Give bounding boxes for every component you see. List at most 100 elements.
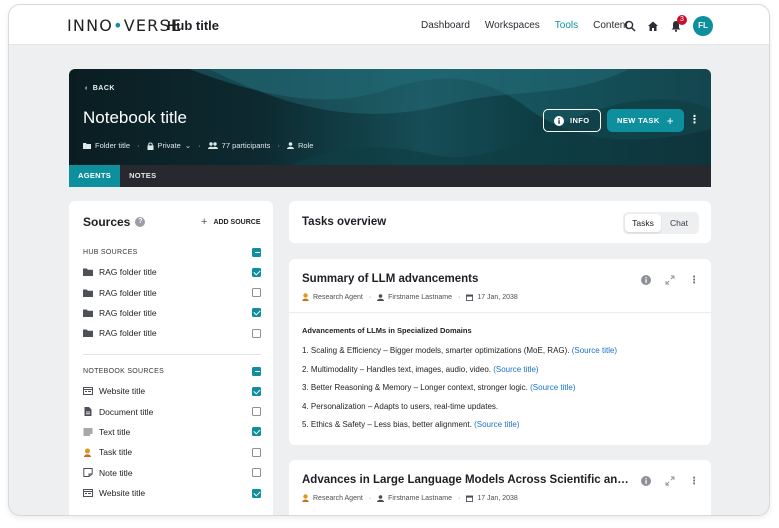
task-card[interactable]: Advances in Large Language Models Across… bbox=[289, 460, 711, 515]
info-icon bbox=[554, 115, 564, 126]
list-item: 5. Ethics & Safety – Less bias, better a… bbox=[302, 420, 520, 430]
list-item: 1. Scaling & Efficiency – Bigger models,… bbox=[302, 346, 618, 355]
toggle-chat[interactable]: Chat bbox=[661, 214, 697, 232]
list-item[interactable]: RAG folder title bbox=[83, 262, 261, 282]
source-label: Note title bbox=[99, 467, 133, 478]
notebook-meta: Folder title · Private ⌄ · 77 participant… bbox=[83, 141, 313, 150]
person-icon bbox=[286, 142, 294, 149]
hub-sources-select-all[interactable] bbox=[252, 247, 261, 257]
lock-icon bbox=[147, 142, 154, 150]
participants-count[interactable]: 77 participants bbox=[222, 141, 271, 150]
source-checkbox[interactable] bbox=[252, 308, 261, 318]
tab-agents[interactable]: AGENTS bbox=[69, 165, 121, 187]
source-checkbox[interactable] bbox=[252, 427, 261, 437]
nav-link-dashboard[interactable]: Dashboard bbox=[421, 20, 470, 31]
source-checkbox[interactable] bbox=[252, 468, 261, 478]
task-title[interactable]: Summary of LLM advancements bbox=[302, 273, 478, 285]
toggle-tasks[interactable]: Tasks bbox=[625, 214, 661, 232]
folder-icon bbox=[83, 268, 93, 277]
source-link[interactable]: (Source title) bbox=[474, 420, 519, 429]
notification-badge: 3 bbox=[677, 15, 687, 25]
task-summary: Advancements of LLMs in Specialized Doma… bbox=[302, 326, 700, 439]
privacy-dropdown[interactable]: Private bbox=[158, 141, 181, 150]
nav-link-content[interactable]: Content bbox=[593, 20, 628, 31]
expand-icon[interactable] bbox=[665, 476, 675, 486]
list-item[interactable]: RAG folder title bbox=[83, 282, 261, 302]
source-checkbox[interactable] bbox=[252, 288, 261, 298]
notebook-sources-select-all[interactable] bbox=[252, 366, 261, 376]
folder-icon bbox=[83, 143, 91, 149]
source-label: RAG folder title bbox=[99, 307, 157, 318]
chevron-down-icon: ⌄ bbox=[184, 141, 192, 150]
sources-heading: Sources ? bbox=[83, 215, 146, 229]
source-link[interactable]: (Source title) bbox=[530, 383, 575, 392]
help-icon[interactable]: ? bbox=[135, 217, 146, 227]
new-task-button[interactable]: NEW TASK + bbox=[607, 109, 685, 132]
back-link[interactable]: ‹ BACK bbox=[85, 85, 115, 92]
source-label: RAG folder title bbox=[99, 267, 157, 278]
list-item[interactable]: RAG folder title bbox=[83, 303, 261, 323]
task-meta: Research Agent · Firstname Lastname · 17… bbox=[302, 293, 518, 301]
list-item[interactable]: Task title bbox=[83, 442, 261, 462]
list-item[interactable]: Website title bbox=[83, 381, 261, 401]
author-name: Firstname Lastname bbox=[388, 293, 452, 301]
more-options-icon[interactable]: ⋮ bbox=[689, 115, 700, 126]
source-checkbox[interactable] bbox=[252, 447, 261, 457]
folder-name[interactable]: Folder title bbox=[95, 141, 130, 150]
notebook-sources-group: NOTEBOOK SOURCES Website title Document … bbox=[83, 364, 261, 503]
task-card[interactable]: Summary of LLM advancements Research Age… bbox=[289, 259, 711, 445]
nav-link-workspaces[interactable]: Workspaces bbox=[485, 20, 540, 31]
nav-link-tools[interactable]: Tools bbox=[555, 20, 578, 31]
list-item[interactable]: Note title bbox=[83, 463, 261, 483]
list-item: 2. Multimodality – Handles text, images,… bbox=[302, 364, 539, 374]
brand-logo[interactable]: INNO•VERSE bbox=[67, 16, 182, 35]
source-checkbox[interactable] bbox=[252, 267, 261, 277]
tasks-overview-title: Tasks overview bbox=[302, 216, 387, 228]
user-avatar[interactable]: FL bbox=[693, 16, 713, 36]
notebook-sources-header: NOTEBOOK SOURCES bbox=[83, 367, 165, 375]
task-title[interactable]: Advances in Large Language Models Across… bbox=[302, 474, 632, 486]
add-source-button[interactable]: + ADD SOURCE bbox=[201, 217, 261, 228]
source-label: RAG folder title bbox=[99, 328, 157, 339]
notifications-button[interactable]: 3 bbox=[670, 15, 687, 32]
expand-icon[interactable] bbox=[665, 275, 675, 285]
website-icon bbox=[83, 489, 93, 498]
hub-sources-group: HUB SOURCES RAG folder title RAG folder … bbox=[83, 245, 261, 344]
text-icon bbox=[83, 428, 93, 436]
list-item[interactable]: Website title bbox=[83, 483, 261, 503]
tasks-overview-bar: Tasks overview Tasks Chat bbox=[289, 201, 711, 243]
source-checkbox[interactable] bbox=[252, 328, 261, 338]
search-icon[interactable] bbox=[624, 20, 636, 32]
sources-panel: Sources ? + ADD SOURCE HUB SOURCES RAG f… bbox=[69, 201, 273, 515]
agent-icon bbox=[302, 293, 309, 301]
source-checkbox[interactable] bbox=[252, 488, 261, 498]
more-options-icon[interactable]: ⋮ bbox=[689, 275, 699, 285]
list-item: 4. Personalization – Adapts to users, re… bbox=[302, 401, 499, 411]
source-checkbox[interactable] bbox=[252, 386, 261, 396]
source-link[interactable]: (Source title) bbox=[493, 365, 538, 374]
source-checkbox[interactable] bbox=[252, 407, 261, 417]
home-icon[interactable] bbox=[647, 20, 659, 32]
hub-title: Hub title bbox=[167, 18, 219, 33]
more-options-icon[interactable]: ⋮ bbox=[689, 476, 699, 486]
list-item: 3. Better Reasoning & Memory – Longer co… bbox=[302, 383, 576, 393]
info-button[interactable]: INFO bbox=[543, 109, 601, 132]
list-item[interactable]: Document title bbox=[83, 401, 261, 421]
role-label: Role bbox=[297, 141, 314, 150]
plus-icon: + bbox=[666, 113, 675, 128]
source-label: Website title bbox=[99, 386, 146, 397]
source-label: Text title bbox=[99, 426, 131, 437]
notebook-tabs: AGENTS NOTES bbox=[69, 165, 711, 187]
info-icon[interactable] bbox=[641, 476, 651, 486]
info-icon[interactable] bbox=[641, 275, 651, 285]
source-label: Website title bbox=[99, 488, 146, 499]
source-link[interactable]: (Source title) bbox=[572, 346, 617, 355]
list-item[interactable]: RAG folder title bbox=[83, 323, 261, 343]
calendar-icon bbox=[466, 495, 474, 502]
list-item[interactable]: Text title bbox=[83, 422, 261, 442]
author-name: Firstname Lastname bbox=[388, 494, 452, 502]
hub-sources-header: HUB SOURCES bbox=[83, 248, 138, 256]
folder-icon bbox=[83, 329, 93, 338]
agent-name: Research Agent bbox=[313, 494, 363, 502]
tab-notes[interactable]: NOTES bbox=[120, 165, 165, 187]
